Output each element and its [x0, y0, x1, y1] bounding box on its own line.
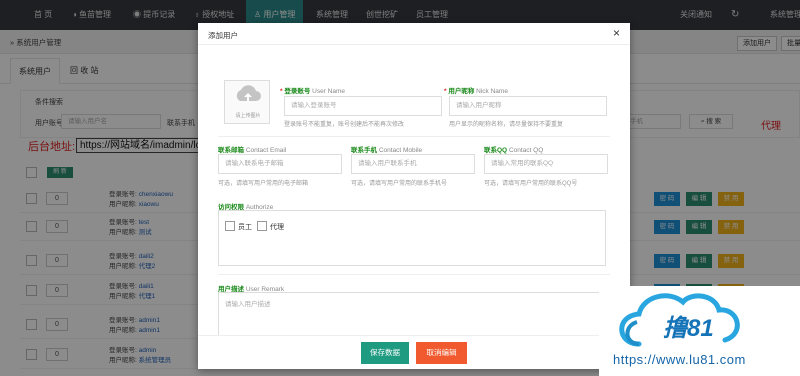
agent-checkbox-label: 代理	[270, 224, 284, 231]
mobile-label-cn: 联系手机	[351, 147, 377, 154]
email-hint: 可选，请填写用户常用的电子邮箱	[218, 181, 309, 187]
modal-footer: 保存数据 取消编辑	[198, 335, 630, 369]
upload-label: 请上传图片	[235, 113, 261, 119]
add-user-modal: 添加用户 × 请上传图片 * 登录账号 User Name 请输入登录账号 登录…	[198, 23, 630, 369]
close-icon[interactable]: ×	[613, 27, 620, 39]
nick-hint: 用户显示的昵称名称，请尽量保持不要重复	[449, 122, 564, 128]
nick-field-label: * 用户昵称 Nick Name	[444, 88, 508, 95]
email-input[interactable]: 请输入联系电子邮箱	[218, 154, 342, 174]
mobile-label-en: Contact Mobile	[378, 147, 423, 154]
watermark: 撸81 https://www.lu81.com	[599, 286, 800, 376]
remark-textarea[interactable]: 请输入用户描述	[218, 292, 606, 335]
modal-title: 添加用户	[208, 31, 238, 40]
divider	[218, 274, 610, 275]
qq-input[interactable]: 请输入常用的联系QQ	[484, 154, 608, 174]
authorize-box: 员工 代理	[218, 210, 606, 266]
watermark-logo-text: 撸81	[663, 315, 714, 342]
nick-label-en: Nick Name	[476, 88, 508, 95]
qq-hint: 可选，请填写用户常用的联系QQ号	[484, 181, 578, 187]
login-input[interactable]: 请输入登录账号	[284, 96, 442, 116]
qq-label-en: Contact QQ	[508, 147, 544, 154]
save-button[interactable]: 保存数据	[361, 342, 409, 364]
modal-body: 请上传图片 * 登录账号 User Name 请输入登录账号 登录账号不能重复，…	[198, 45, 630, 335]
login-label-en: User Name	[312, 88, 346, 95]
login-field-label: * 登录账号 User Name	[280, 88, 346, 95]
email-label-cn: 联系邮箱	[218, 147, 244, 154]
qq-field-label: 联系QQ Contact QQ	[484, 144, 543, 154]
agent-checkbox[interactable]	[257, 221, 267, 231]
mobile-hint: 可选，请填写用户常用的联系手机号	[351, 181, 448, 187]
cloud-upload-icon	[236, 85, 261, 101]
email-label-en: Contact Email	[245, 147, 287, 154]
nick-label-cn: 用户昵称	[448, 88, 475, 95]
modal-header: 添加用户 ×	[198, 23, 630, 45]
avatar-upload[interactable]: 请上传图片	[224, 80, 270, 124]
email-field-label: 联系邮箱 Contact Email	[218, 144, 286, 154]
divider	[218, 136, 610, 137]
mobile-field-label: 联系手机 Contact Mobile	[351, 144, 422, 154]
login-label-cn: 登录账号	[284, 88, 311, 95]
watermark-url: https://www.lu81.com	[613, 352, 746, 367]
mobile-input[interactable]: 请输入用户联系手机	[351, 154, 475, 174]
qq-label-cn: 联系QQ	[484, 147, 508, 154]
staff-checkbox[interactable]	[225, 221, 235, 231]
cancel-button[interactable]: 取消编辑	[416, 342, 467, 364]
login-hint: 登录账号不能重复，账号创建后不能再次修改	[284, 122, 405, 128]
nick-input[interactable]: 请输入用户昵称	[449, 96, 607, 116]
staff-checkbox-label: 员工	[238, 224, 252, 231]
